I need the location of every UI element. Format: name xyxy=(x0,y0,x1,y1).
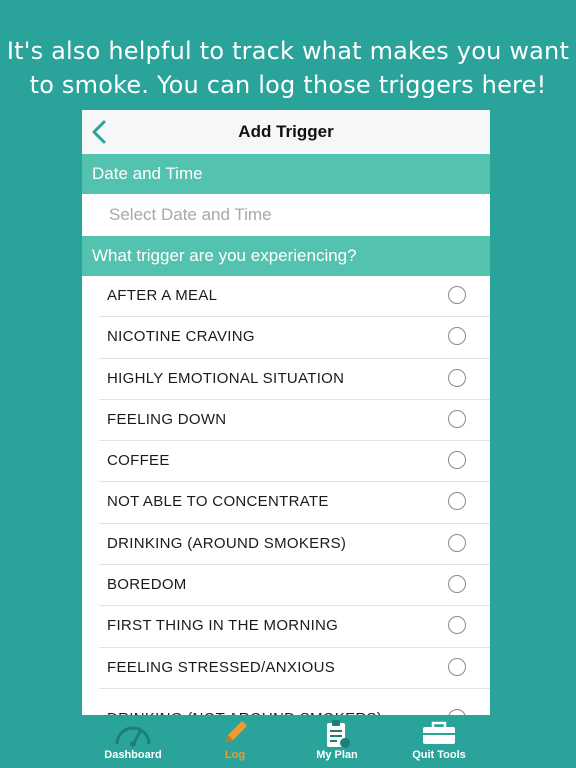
tab-my-plan[interactable]: My Plan xyxy=(286,715,388,768)
trigger-section-header: What trigger are you experiencing? xyxy=(82,236,490,276)
pencil-icon xyxy=(226,721,247,742)
date-section-header: Date and Time xyxy=(82,154,490,194)
radio-button[interactable] xyxy=(448,409,466,428)
trigger-label: FEELING STRESSED/ANXIOUS xyxy=(107,658,336,676)
radio-button[interactable] xyxy=(448,368,466,387)
radio-button[interactable] xyxy=(448,575,466,594)
tab-quit-tools[interactable]: Quit Tools xyxy=(388,715,490,768)
promo-line-2: to smoke. You can log those triggers her… xyxy=(29,71,547,99)
tab-bar: Dashboard Log My Plan Quit Tools xyxy=(82,715,490,768)
tab-label: Log xyxy=(224,749,246,761)
trigger-label: FIRST THING IN THE MORNING xyxy=(107,617,339,635)
radio-button[interactable] xyxy=(448,657,466,676)
radio-button[interactable] xyxy=(448,492,466,511)
tab-label: Dashboard xyxy=(104,749,162,761)
trigger-row[interactable]: NICOTINE CRAVING xyxy=(99,317,490,359)
trigger-row[interactable]: AFTER A MEAL xyxy=(99,276,490,318)
page-title: Add Trigger xyxy=(238,122,334,141)
trigger-row[interactable]: FIRST THING IN THE MORNING xyxy=(99,606,490,648)
trigger-list: AFTER A MEAL NICOTINE CRAVING HIGHLY EMO… xyxy=(82,276,490,739)
radio-button[interactable] xyxy=(448,327,466,346)
radio-button[interactable] xyxy=(448,451,466,470)
trigger-row[interactable]: COFFEE xyxy=(99,441,490,483)
trigger-row[interactable]: HIGHLY EMOTIONAL SITUATION xyxy=(99,359,490,400)
trigger-label: COFFEE xyxy=(107,452,170,470)
promo-line-1: It's also helpful to track what makes yo… xyxy=(6,37,570,65)
tab-label: My Plan xyxy=(316,749,358,761)
trigger-label: FEELING DOWN xyxy=(107,410,227,428)
radio-button[interactable] xyxy=(448,616,466,635)
trigger-row[interactable]: DRINKING (AROUND SMOKERS) xyxy=(99,524,490,566)
tab-dashboard[interactable]: Dashboard xyxy=(82,715,184,768)
trigger-label: NICOTINE CRAVING xyxy=(107,328,255,346)
tab-log[interactable]: Log xyxy=(184,715,286,768)
trigger-label: BOREDOM xyxy=(107,576,187,594)
trigger-label: NOT ABLE TO CONCENTRATE xyxy=(107,493,329,511)
radio-button[interactable] xyxy=(448,286,466,304)
trigger-row[interactable]: NOT ABLE TO CONCENTRATE xyxy=(99,482,490,524)
phone-screen: Add Trigger Date and Time Select Date an… xyxy=(82,110,490,768)
trigger-label: DRINKING (AROUND SMOKERS) xyxy=(107,534,347,552)
trigger-label: AFTER A MEAL xyxy=(107,287,218,304)
gauge-icon xyxy=(115,726,151,747)
navigation-bar: Add Trigger xyxy=(82,110,490,155)
trigger-label: HIGHLY EMOTIONAL SITUATION xyxy=(107,369,345,387)
radio-button[interactable] xyxy=(448,533,466,552)
tab-label: Quit Tools xyxy=(412,749,466,761)
toolbox-icon xyxy=(423,721,455,744)
clipboard-icon xyxy=(327,720,350,748)
trigger-row[interactable]: FEELING STRESSED/ANXIOUS xyxy=(99,648,490,689)
date-time-picker-field[interactable]: Select Date and Time xyxy=(82,194,490,235)
promo-caption: It's also helpful to track what makes yo… xyxy=(0,34,576,102)
trigger-row[interactable]: BOREDOM xyxy=(99,565,490,607)
trigger-row[interactable]: FEELING DOWN xyxy=(99,400,490,442)
